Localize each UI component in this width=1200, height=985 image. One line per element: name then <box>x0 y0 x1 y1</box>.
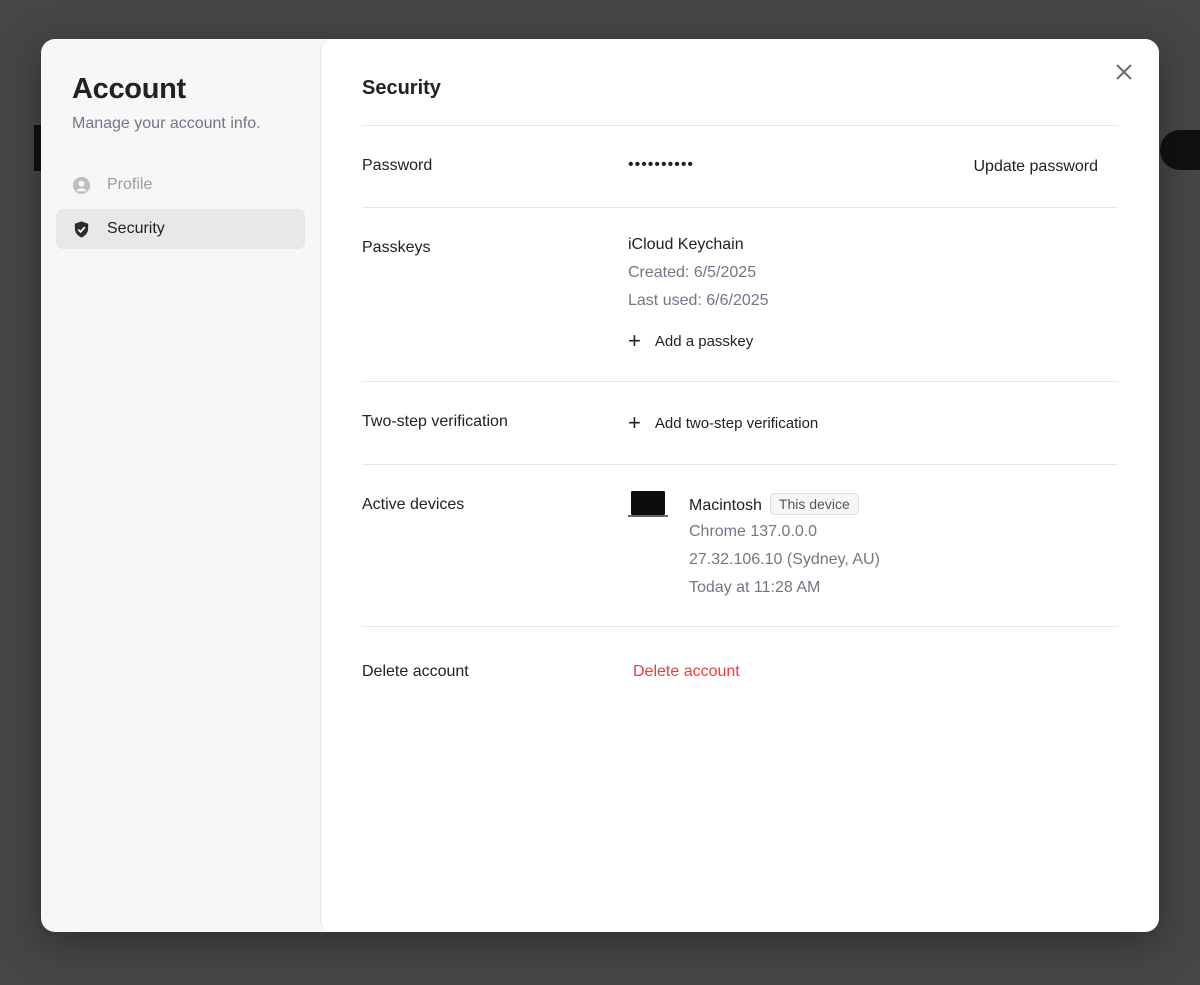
add-two-step-label: Add two-step verification <box>654 414 819 432</box>
sidebar-title: Account <box>72 73 186 105</box>
passkey-created: Created: 6/5/2025 <box>628 264 757 281</box>
password-label: Password <box>362 157 433 174</box>
active-devices-label: Active devices <box>362 496 465 513</box>
sidebar-item-security[interactable]: Security <box>56 209 305 249</box>
delete-account-label: Delete account <box>362 663 469 680</box>
passkey-name: iCloud Keychain <box>628 236 744 253</box>
device-last-active: Today at 11:28 AM <box>689 579 821 596</box>
delete-account-button[interactable]: Delete account <box>633 663 740 681</box>
add-passkey-label: Add a passkey <box>654 332 754 350</box>
account-modal: Account Manage your account info. Profil… <box>41 39 1159 932</box>
sidebar: Account Manage your account info. Profil… <box>41 39 321 932</box>
delete-account-row: Delete account Delete account <box>362 626 1118 716</box>
shield-check-icon <box>74 220 89 238</box>
sidebar-subtitle: Manage your account info. <box>72 115 261 132</box>
sidebar-item-label: Security <box>107 220 165 237</box>
plus-icon: + <box>628 328 641 353</box>
background-text-fragment <box>1160 130 1200 170</box>
add-two-step-button[interactable]: + Add two-step verification <box>628 412 818 434</box>
sidebar-item-profile[interactable]: Profile <box>56 165 305 205</box>
device-browser: Chrome 137.0.0.0 <box>689 523 818 540</box>
update-password-button[interactable]: Update password <box>973 158 1098 176</box>
password-value: •••••••••• <box>628 156 695 173</box>
two-step-row: Two-step verification + Add two-step veri… <box>362 381 1118 464</box>
device-name-line: Macintosh This device <box>689 493 859 515</box>
user-circle-icon <box>72 176 91 194</box>
device-ip: 27.32.106.10 (Sydney, AU) <box>689 551 880 568</box>
password-row: Password •••••••••• Update password <box>362 125 1118 207</box>
security-panel: Security Password •••••••••• Update pass… <box>320 39 1159 932</box>
close-icon[interactable] <box>1113 61 1135 83</box>
passkeys-row: Passkeys iCloud Keychain Created: 6/5/20… <box>362 207 1118 381</box>
laptop-icon <box>628 491 668 517</box>
plus-icon: + <box>628 410 641 435</box>
device-name: Macintosh <box>689 497 762 514</box>
two-step-label: Two-step verification <box>362 413 508 430</box>
sidebar-item-label: Profile <box>107 176 153 193</box>
passkeys-label: Passkeys <box>362 239 431 256</box>
active-devices-row: Active devices Macintosh This device Chro… <box>362 464 1118 626</box>
page-title: Security <box>362 77 441 99</box>
passkey-last-used: Last used: 6/6/2025 <box>628 292 769 309</box>
add-passkey-button[interactable]: + Add a passkey <box>628 330 753 352</box>
this-device-badge: This device <box>769 493 859 515</box>
